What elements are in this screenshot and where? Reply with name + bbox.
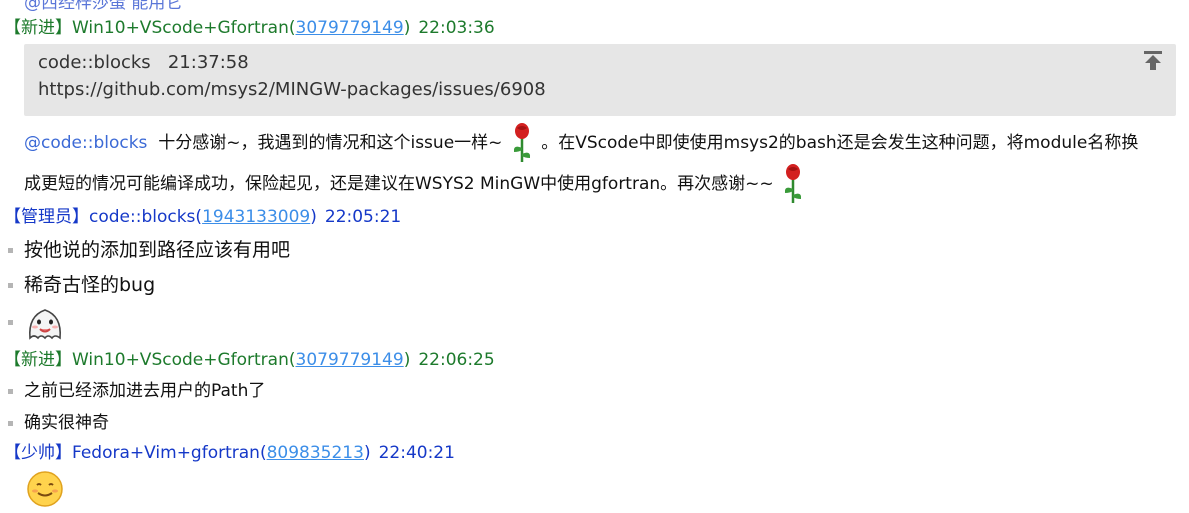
member-role: 【新进】 xyxy=(4,18,72,38)
sender-name[interactable]: Fedora+Vim+gfortran xyxy=(72,443,260,463)
reply-line-2: 成更短的情况可能编译成功，保险起见，还是建议在WSYS2 MinGW中使用gfo… xyxy=(24,163,807,205)
bullet-marker xyxy=(8,421,13,426)
sender-name[interactable]: Win10+VScode+Gfortran xyxy=(72,18,289,38)
sender-qq-link[interactable]: 809835213 xyxy=(267,443,364,463)
quoted-message[interactable]: code::blocks 21:37:58 https://github.com… xyxy=(24,44,1176,116)
message-time: 22:03:36 xyxy=(418,18,495,38)
sender-name[interactable]: Win10+VScode+Gfortran xyxy=(72,350,289,370)
message-time: 22:40:21 xyxy=(378,443,455,463)
member-role: 【少帅】 xyxy=(4,443,72,463)
quote-author: code::blocks xyxy=(38,52,151,73)
chat-line: 按他说的添加到路径应该有用吧 xyxy=(24,239,291,261)
bullet-marker xyxy=(8,389,13,394)
bullet-marker xyxy=(8,283,13,288)
sender-qq-link[interactable]: 3079779149 xyxy=(296,350,404,370)
message-header: 【新进】Win10+VScode+Gfortran(3079779149) 22:… xyxy=(4,18,495,38)
rose-emoji xyxy=(513,123,530,162)
bullet-marker xyxy=(8,248,13,253)
reply-text-2: 。在VScode中即使使用msys2的bash还是会发生这种问题，将module… xyxy=(541,133,1139,153)
bullet-marker xyxy=(8,320,13,325)
reply-text-3: 成更短的情况可能编译成功，保险起见，还是建议在WSYS2 MinGW中使用gfo… xyxy=(24,174,774,194)
message-header: 【新进】Win10+VScode+Gfortran(3079779149) 22:… xyxy=(4,350,495,370)
mention-link[interactable]: @code::blocks xyxy=(24,133,147,153)
chat-line: 之前已经添加进去用户的Path了 xyxy=(24,381,266,401)
pin-top-icon[interactable] xyxy=(1142,49,1164,71)
message-time: 22:05:21 xyxy=(324,207,402,227)
message-header: 【管理员】code::blocks(1943133009) 22:05:21 xyxy=(4,207,402,227)
ghost-sticker xyxy=(28,309,62,340)
chat-line: 确实很神奇 xyxy=(24,413,109,433)
sender-qq-link[interactable]: 3079779149 xyxy=(296,18,404,38)
member-role: 【管理员】 xyxy=(4,207,89,227)
previous-message-fragment: @西经梓莎蛋 能用它 xyxy=(24,0,183,13)
quote-time: 21:37:58 xyxy=(167,52,249,73)
message-time: 22:06:25 xyxy=(418,350,495,370)
message-header: 【少帅】Fedora+Vim+gfortran(809835213) 22:40:… xyxy=(4,443,455,463)
sender-qq-link[interactable]: 1943133009 xyxy=(202,207,310,227)
reply-text-1: 十分感谢~，我遇到的情况和这个issue一样~ xyxy=(158,133,503,153)
quote-header: code::blocks 21:37:58 xyxy=(38,52,249,73)
chat-line: 稀奇古怪的bug xyxy=(24,274,156,296)
reply-line-1: @code::blocks 十分感谢~，我遇到的情况和这个issue一样~ 。在… xyxy=(24,122,1138,164)
member-role: 【新进】 xyxy=(4,350,72,370)
sender-name[interactable]: code::blocks xyxy=(89,207,195,227)
quote-text: https://github.com/msys2/MINGW-packages/… xyxy=(38,79,546,100)
rose-emoji xyxy=(784,164,802,203)
smile-emoji xyxy=(27,471,63,507)
